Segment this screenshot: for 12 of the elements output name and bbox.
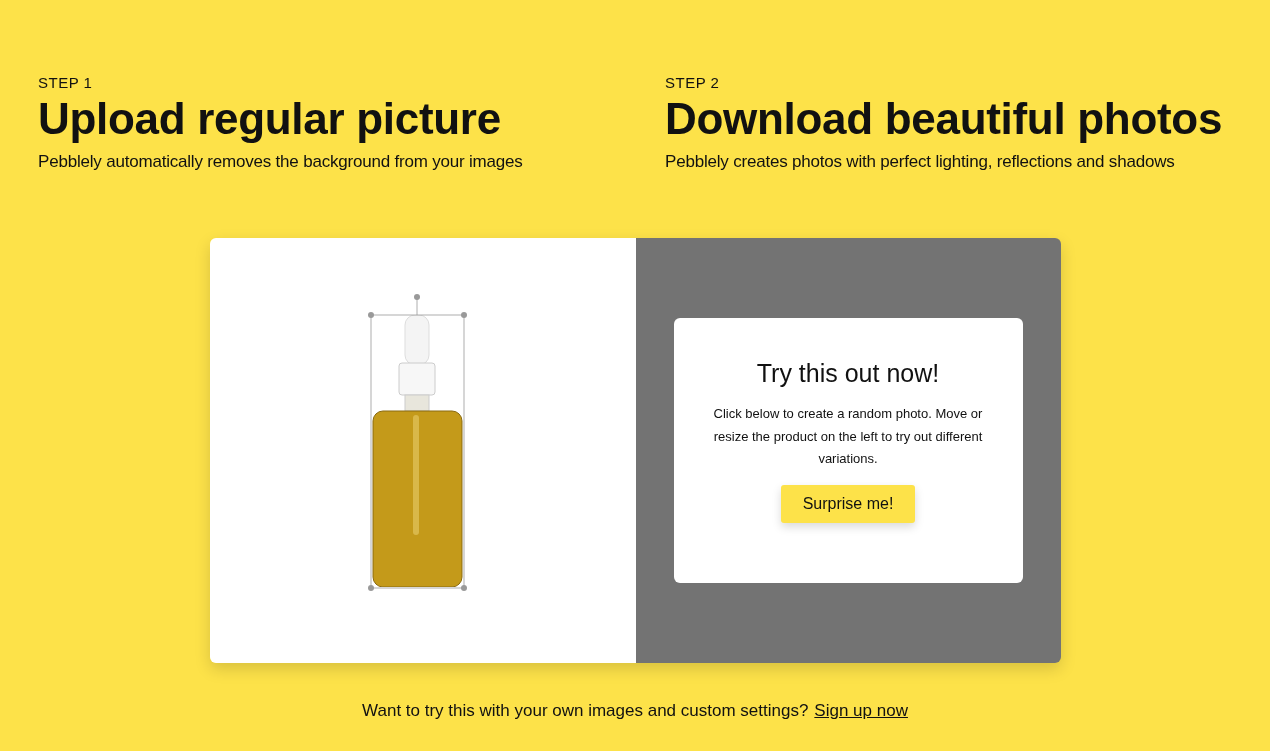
step-description: Pebblely creates photos with perfect lighting, reflections and shadows [665,152,1176,172]
step-label: STEP 2 [665,74,721,92]
step-title: Upload regular picture [38,93,502,145]
step-description: Pebblely automatically removes the background from your images [38,152,524,172]
surprise-button[interactable]: Surprise me! [780,484,916,523]
selection-frame[interactable] [367,292,468,593]
step-title: Download beautiful photos [665,93,1224,145]
prompt-title: Try this out now! [756,358,940,389]
step-label: STEP 1 [38,74,94,92]
footer-text: Want to try this with your own images and custom settings? [362,701,809,721]
prompt-text: Click below to create a random photo. Move or resize the product on the left to try out different variations. [713,405,983,468]
signup-link[interactable]: Sign up now [814,701,908,721]
